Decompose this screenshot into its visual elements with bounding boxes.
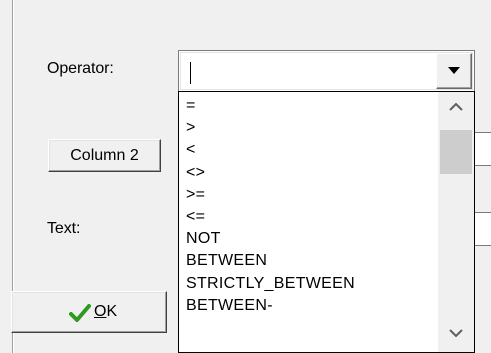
- operator-label: Operator:: [47, 60, 114, 77]
- text-caret: [190, 62, 191, 84]
- option-less[interactable]: <: [186, 139, 355, 161]
- operator-dropdown-button[interactable]: [436, 53, 472, 89]
- option-greater[interactable]: >: [186, 117, 355, 139]
- column-2-button-label: Column 2: [70, 147, 139, 164]
- text-label: Text:: [47, 220, 81, 237]
- option-not[interactable]: NOT: [186, 228, 355, 250]
- option-less-equal[interactable]: <=: [186, 206, 355, 228]
- operator-dropdown-list[interactable]: = > < <> >= <= NOT BETWEEN STRICTLY_BETW…: [178, 91, 475, 353]
- chevron-down-icon: [449, 329, 463, 338]
- operator-options: = > < <> >= <= NOT BETWEEN STRICTLY_BETW…: [186, 95, 355, 317]
- operator-combobox[interactable]: [178, 50, 475, 92]
- option-not-equal[interactable]: <>: [186, 162, 355, 184]
- operator-combobox-field[interactable]: [180, 52, 473, 90]
- ok-mnemonic: O: [94, 303, 107, 320]
- scroll-thumb[interactable]: [440, 130, 472, 174]
- dropdown-scrollbar[interactable]: [438, 92, 474, 352]
- scroll-down-button[interactable]: [438, 316, 474, 352]
- option-equal[interactable]: =: [186, 95, 355, 117]
- scroll-up-button[interactable]: [438, 92, 474, 128]
- option-greater-equal[interactable]: >=: [186, 184, 355, 206]
- check-icon: [69, 304, 91, 322]
- ok-button[interactable]: OK: [11, 291, 167, 333]
- option-between[interactable]: BETWEEN: [186, 250, 355, 272]
- column-2-button[interactable]: Column 2: [48, 139, 161, 172]
- ok-button-label: OK: [94, 303, 117, 321]
- triangle-down-icon: [448, 67, 460, 74]
- ok-label-rest: K: [106, 303, 118, 320]
- chevron-up-icon: [449, 102, 463, 111]
- option-between-dash[interactable]: BETWEEN-: [186, 295, 355, 317]
- option-strictly-between[interactable]: STRICTLY_BETWEEN: [186, 273, 355, 295]
